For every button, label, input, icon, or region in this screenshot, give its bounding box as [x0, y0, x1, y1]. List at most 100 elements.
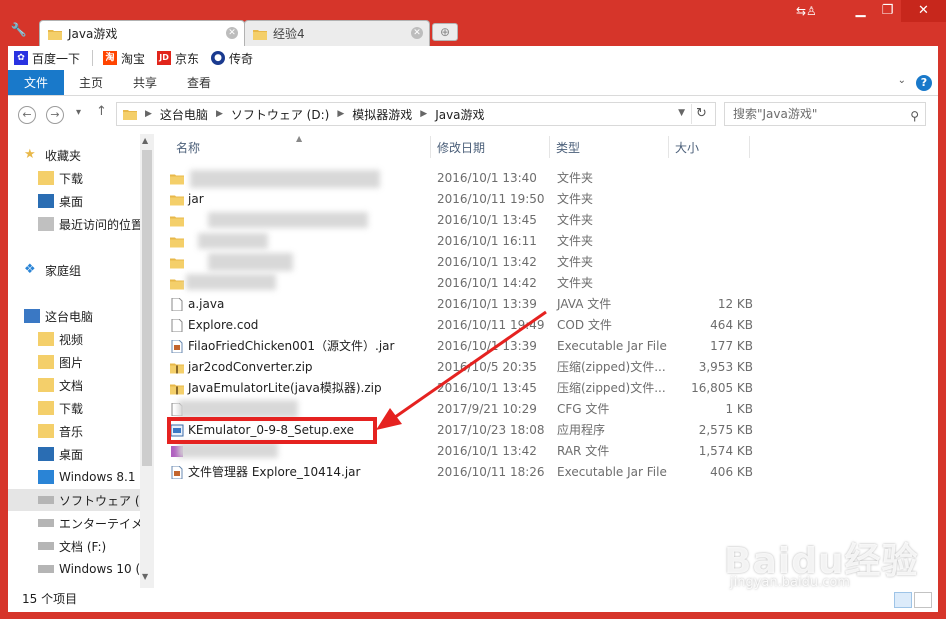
- nav-label: 收藏夹: [45, 148, 82, 163]
- ribbon-tab-file[interactable]: 文件: [8, 70, 65, 95]
- nav-label: 最近访问的位置: [59, 217, 144, 232]
- folder-icon: [170, 258, 184, 269]
- file-name: a.java: [188, 297, 225, 311]
- chevron-down-icon[interactable]: ⌄: [898, 75, 906, 91]
- bookmark-baidu[interactable]: ✿ 百度一下: [14, 50, 80, 67]
- bookmark-jd[interactable]: JD 京东: [157, 50, 199, 67]
- ribbon: 文件 主页 共享 查看 ⌄ ?: [8, 70, 938, 96]
- zip-folder-icon: [170, 363, 184, 374]
- file-date: 2016/10/1 13:45: [437, 213, 537, 227]
- nav-pane-scrollbar[interactable]: ▲ ▼: [140, 134, 154, 588]
- chevron-right-icon[interactable]: ▶: [337, 109, 344, 119]
- tab-label: Java游戏: [68, 27, 118, 41]
- file-type: COD 文件: [557, 318, 612, 332]
- nav-label: 下载: [59, 401, 84, 416]
- bookmark-label: 淘宝: [121, 51, 146, 66]
- divider: [749, 136, 750, 158]
- folder-icon: [170, 237, 184, 248]
- tab-experience-4[interactable]: 经验4 ✕: [244, 20, 430, 46]
- scroll-down-icon[interactable]: ▼: [142, 572, 148, 581]
- chuanqi-icon: ●: [211, 51, 226, 65]
- details-view-icon[interactable]: [894, 592, 912, 608]
- bookmark-chuanqi[interactable]: ● 传奇: [211, 50, 253, 67]
- file-type: 文件夹: [557, 234, 594, 248]
- file-size: 464 KB: [710, 318, 753, 332]
- chevron-down-icon[interactable]: ▼: [678, 108, 685, 118]
- nav-label: Windows 8.1 (: [59, 470, 144, 484]
- scrollbar-thumb[interactable]: [142, 150, 152, 466]
- recent-locations-icon[interactable]: ▾: [76, 107, 81, 118]
- taobao-icon: 淘: [103, 51, 118, 65]
- wrench-icon[interactable]: 🔧: [8, 22, 30, 40]
- drive-icon: [38, 542, 54, 550]
- breadcrumb-emulator-games[interactable]: 模拟器游戏: [352, 106, 412, 123]
- homegroup-icon: ❖: [24, 262, 36, 277]
- forward-button[interactable]: →: [46, 106, 64, 124]
- file-name: jar2codConverter.zip: [188, 360, 313, 374]
- computer-icon: [24, 309, 40, 323]
- file-date: 2016/10/1 13:42: [437, 444, 537, 458]
- chevron-right-icon[interactable]: ▶: [216, 109, 223, 119]
- column-header-date[interactable]: 修改日期: [431, 134, 549, 160]
- address-bar[interactable]: ▶ 这台电脑 ▶ ソフトウェア (D:) ▶ 模拟器游戏 ▶ Java游戏 ▼ …: [116, 102, 716, 126]
- blurred-filename: [190, 170, 380, 188]
- drive-icon: [38, 565, 54, 573]
- file-row[interactable]: 文件管理器 Explore_10414.jar 2016/10/11 18:26…: [168, 462, 768, 483]
- help-icon[interactable]: ?: [916, 75, 932, 91]
- chevron-right-icon[interactable]: ▶: [145, 109, 152, 119]
- file-type: 压缩(zipped)文件...: [557, 360, 666, 374]
- view-buttons: [894, 592, 932, 608]
- column-header-type[interactable]: 类型: [550, 134, 668, 160]
- nav-drive-d[interactable]: ソフトウェア (: [8, 489, 140, 511]
- large-icons-view-icon[interactable]: [914, 592, 932, 608]
- drive-icon: [38, 519, 54, 527]
- breadcrumb-this-pc[interactable]: 这台电脑: [160, 106, 208, 123]
- file-size: 12 KB: [717, 297, 753, 311]
- file-name: jar: [188, 192, 204, 206]
- nav-label: 图片: [59, 355, 84, 370]
- new-tab-button[interactable]: ⊕: [432, 23, 458, 41]
- file-row[interactable]: jar 2016/10/11 19:50 文件夹: [168, 189, 768, 210]
- file-type: 应用程序: [557, 423, 606, 437]
- file-name: JavaEmulatorLite(java模拟器).zip: [188, 381, 382, 395]
- documents-folder-icon: [38, 378, 54, 392]
- breadcrumb-java-games[interactable]: Java游戏: [435, 106, 484, 123]
- refresh-icon[interactable]: ↻: [691, 104, 711, 124]
- maximize-button[interactable]: ❐: [874, 0, 901, 22]
- ribbon-tab-share[interactable]: 共享: [118, 70, 172, 95]
- bookmark-taobao[interactable]: 淘 淘宝: [103, 50, 145, 67]
- close-tab-icon[interactable]: ✕: [226, 27, 238, 39]
- back-button[interactable]: ←: [18, 106, 36, 124]
- document-icon: [171, 319, 183, 332]
- chevron-right-icon[interactable]: ▶: [420, 109, 427, 119]
- file-type: 文件夹: [557, 213, 594, 227]
- recent-places-icon: [38, 217, 54, 231]
- tab-java-games[interactable]: Java游戏 ✕: [39, 20, 245, 46]
- column-header-size[interactable]: 大小: [669, 134, 749, 160]
- breadcrumb-drive-d[interactable]: ソフトウェア (D:): [231, 106, 329, 123]
- scroll-up-icon[interactable]: ▲: [142, 136, 148, 145]
- user-icon[interactable]: ⇆♙: [796, 4, 817, 18]
- file-size: 1 KB: [725, 402, 753, 416]
- sort-up-icon: ▲: [296, 134, 303, 143]
- close-button[interactable]: ✕: [901, 0, 946, 22]
- search-icon[interactable]: ⚲: [910, 105, 919, 127]
- download-folder-icon: [38, 401, 54, 415]
- minimize-button[interactable]: ▁: [847, 0, 874, 22]
- nav-label: Windows 10 (: [59, 562, 141, 576]
- file-type: Executable Jar File: [557, 339, 667, 353]
- close-tab-icon[interactable]: ✕: [411, 27, 423, 39]
- item-count: 15 个项目: [22, 592, 78, 606]
- desktop-icon: [38, 447, 54, 461]
- ribbon-tab-home[interactable]: 主页: [64, 70, 118, 95]
- jd-icon: JD: [157, 51, 172, 65]
- up-button[interactable]: ↑: [96, 104, 107, 119]
- search-input[interactable]: 搜索"Java游戏" ⚲: [724, 102, 926, 126]
- folder-icon: [170, 279, 184, 290]
- ribbon-tab-view[interactable]: 查看: [172, 70, 226, 95]
- nav-label: 这台电脑: [45, 309, 94, 324]
- music-folder-icon: [38, 424, 54, 438]
- nav-label: 文档 (F:): [59, 539, 107, 554]
- blurred-filename: [208, 253, 293, 271]
- download-folder-icon: [38, 171, 54, 185]
